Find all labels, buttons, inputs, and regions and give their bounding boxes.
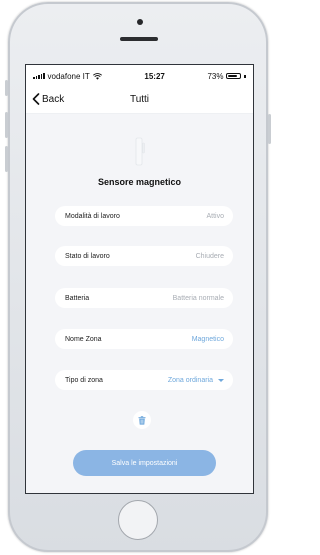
- setting-label: Nome Zona: [65, 335, 102, 343]
- setting-row-work-state[interactable]: Stato di lavoro Chiudere: [55, 246, 233, 266]
- setting-value: Attivo: [206, 212, 224, 220]
- setting-value: Chiudere: [195, 252, 224, 260]
- phone-screen: vodafone IT 15:27 73% Back Tutti Sensore…: [25, 64, 254, 494]
- setting-row-zone-type[interactable]: Tipo di zona Zona ordinaria: [55, 370, 233, 390]
- wifi-icon: [92, 72, 102, 80]
- zone-type-dropdown[interactable]: Zona ordinaria: [168, 377, 224, 384]
- battery-tip: [244, 74, 246, 78]
- volume-down-button: [5, 146, 8, 172]
- delete-button[interactable]: [133, 411, 151, 429]
- magnetic-sensor-icon: [135, 137, 145, 166]
- setting-row-work-mode[interactable]: Modalità di lavoro Attivo: [55, 206, 233, 226]
- setting-label: Stato di lavoro: [65, 252, 110, 260]
- setting-value: Batteria normale: [172, 294, 224, 302]
- power-button: [268, 114, 271, 144]
- setting-label: Tipo di zona: [65, 376, 103, 384]
- mute-switch: [5, 80, 8, 96]
- home-button[interactable]: [118, 500, 158, 540]
- status-bar: vodafone IT 15:27 73%: [26, 65, 253, 87]
- carrier-name: vodafone IT: [47, 71, 90, 81]
- battery-icon: [226, 73, 242, 79]
- setting-label: Modalità di lavoro: [65, 212, 120, 220]
- status-time: 15:27: [144, 71, 165, 81]
- trash-icon: [138, 415, 146, 425]
- volume-up-button: [5, 112, 8, 138]
- carrier-info: vodafone IT: [33, 72, 102, 81]
- setting-label: Batteria: [65, 294, 90, 302]
- page-title: Tutti: [129, 94, 150, 105]
- battery-percent: 73%: [207, 71, 224, 81]
- earpiece-speaker: [120, 37, 158, 41]
- battery-indicator: 73%: [207, 72, 246, 81]
- battery-fill: [228, 75, 237, 77]
- caret-down-icon: [218, 378, 224, 382]
- device-name: Sensore magnetico: [97, 177, 182, 187]
- zone-type-value: Zona ordinaria: [167, 376, 213, 384]
- front-camera: [137, 19, 143, 25]
- signal-icon: [33, 73, 45, 79]
- save-settings-button[interactable]: Salva le impostazioni: [73, 450, 216, 476]
- navigation-bar: Back Tutti: [26, 87, 253, 114]
- zone-name-value[interactable]: Magnetico: [192, 336, 224, 343]
- setting-row-zone-name[interactable]: Nome Zona Magnetico: [55, 329, 233, 349]
- setting-row-battery[interactable]: Batteria Batteria normale: [55, 288, 233, 308]
